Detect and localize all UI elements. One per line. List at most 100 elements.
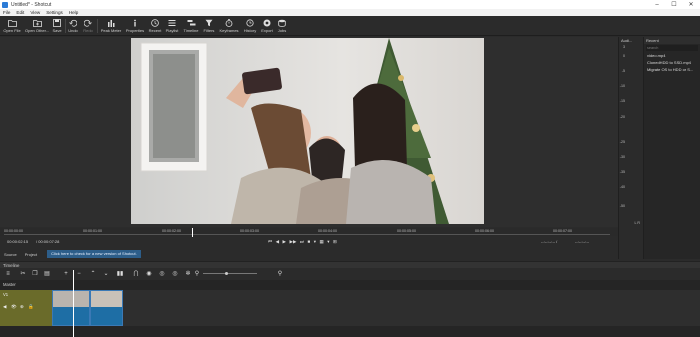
skip-to-start-button[interactable]: ⏮ xyxy=(268,239,272,244)
zoom-in-icon[interactable]: ⚲ xyxy=(276,270,284,277)
stopwatch-icon xyxy=(225,17,233,28)
menu-view[interactable]: View xyxy=(30,10,40,15)
audio-panel-title: Audi... xyxy=(621,38,633,43)
lock-icon[interactable]: 🔒 xyxy=(28,304,34,310)
recent-item[interactable]: ClonedHDD to SSD.mp4 xyxy=(644,59,700,66)
track-lane-v1[interactable] xyxy=(52,290,700,326)
in-point-timecode[interactable]: --:--:--:-- / xyxy=(541,239,557,244)
clip-thumbnail xyxy=(91,291,122,307)
copy-icon[interactable]: ❐ xyxy=(31,270,39,277)
meter-tick: -10 xyxy=(619,84,625,88)
history-button[interactable]: History xyxy=(242,17,258,35)
folder-plus-icon xyxy=(32,17,42,28)
minimize-button[interactable]: – xyxy=(650,0,664,9)
timeline-clip[interactable] xyxy=(90,290,123,326)
meter-tick: -40 xyxy=(619,185,625,189)
ripple-icon[interactable]: ◎ xyxy=(158,270,166,277)
out-point-timecode[interactable]: --:--:--:-- xyxy=(575,239,589,244)
recent-item[interactable]: Migrate OS to HDD or S... xyxy=(644,66,700,73)
meter-channel-labels: L R xyxy=(634,221,640,225)
menu-bar: File Edit View Settings Help xyxy=(0,9,700,16)
lift-icon[interactable]: ⌃ xyxy=(89,270,97,277)
stop-button[interactable]: ■ xyxy=(307,239,310,244)
ruler-scale xyxy=(4,234,610,236)
add-icon[interactable]: + xyxy=(62,270,70,277)
zoom-button[interactable]: ⊞ xyxy=(333,239,337,244)
shotcut-logo-icon xyxy=(2,1,8,8)
snap-icon[interactable]: ⋂ xyxy=(132,270,140,277)
track-header-v1[interactable]: V1 ◀ 👁 ⊕ 🔒 xyxy=(0,290,52,326)
playlist-button[interactable]: Playlist xyxy=(164,17,180,35)
volume-dropdown[interactable]: ▾ xyxy=(314,239,316,244)
ripple-markers-icon[interactable]: ✲ xyxy=(184,270,192,277)
menu-help[interactable]: Help xyxy=(69,10,78,15)
timeline-zoom-slider[interactable] xyxy=(203,272,257,275)
menu-settings[interactable]: Settings xyxy=(46,10,63,15)
mute-icon[interactable]: ◀ xyxy=(3,304,6,310)
redo-button[interactable]: Redo xyxy=(82,17,94,35)
split-icon[interactable]: ▮▮ xyxy=(116,270,124,277)
video-preview[interactable] xyxy=(131,38,484,224)
recent-item[interactable]: video.mp4 xyxy=(644,52,700,59)
shotcut-window: Untitled* - Shotcut – ☐ ✕ File Edit View… xyxy=(0,0,700,337)
main-toolbar: Open File Open Other... Save Undo Redo P… xyxy=(0,16,700,36)
ruler-label: 00:00:00:00 xyxy=(4,229,23,233)
maximize-button[interactable]: ☐ xyxy=(667,0,681,9)
properties-button[interactable]: Properties xyxy=(125,17,145,35)
ripple-all-icon[interactable]: ◎ xyxy=(171,270,179,277)
filters-label: Filters xyxy=(203,28,215,33)
skip-to-end-button[interactable]: ⏭ xyxy=(300,239,304,244)
overwrite-icon[interactable]: ⌄ xyxy=(102,270,110,277)
tab-source[interactable]: Source xyxy=(0,252,21,257)
play-button[interactable]: ▶ xyxy=(283,239,286,244)
toolbar-separator xyxy=(97,19,98,33)
timeline-playhead[interactable] xyxy=(73,270,74,337)
open-file-button[interactable]: Open File xyxy=(3,17,21,35)
close-button[interactable]: ✕ xyxy=(684,0,698,9)
meter-tick: -50 xyxy=(619,204,625,208)
scrub-icon[interactable]: ◉ xyxy=(145,270,153,277)
keyframes-button[interactable]: Keyframes xyxy=(218,17,240,35)
remove-icon[interactable]: − xyxy=(75,270,83,277)
grid-dropdown[interactable]: ▾ xyxy=(327,239,329,244)
fast-forward-button[interactable]: ▶▶ xyxy=(290,239,297,244)
timeline-panel-title: Timeline xyxy=(0,261,700,268)
recent-search-input[interactable]: search xyxy=(646,45,698,51)
meter-tick: -20 xyxy=(619,115,625,119)
player-time-ruler[interactable]: 00:00:00:00 00:00:01:00 00:00:02:00 00:0… xyxy=(0,228,618,236)
recent-button[interactable]: Recent xyxy=(148,17,162,35)
clip-audio-waveform xyxy=(91,307,122,325)
undo-button[interactable]: Undo xyxy=(67,17,79,35)
timeline-clip[interactable] xyxy=(52,290,90,326)
jobs-button[interactable]: Jobs xyxy=(276,17,288,35)
zoom-slider-knob[interactable] xyxy=(225,272,228,275)
filters-button[interactable]: Filters xyxy=(202,17,216,35)
menu-edit[interactable]: Edit xyxy=(16,10,24,15)
info-icon xyxy=(131,17,139,28)
save-button[interactable]: Save xyxy=(51,17,63,35)
eye-icon[interactable]: 👁 xyxy=(11,304,17,310)
update-notice-button[interactable]: Click here to check for a new version of… xyxy=(47,250,141,258)
toolbar-separator xyxy=(65,19,66,33)
meter-tick: -25 xyxy=(619,140,625,144)
export-label: Export xyxy=(261,28,273,33)
export-button[interactable]: Export xyxy=(260,17,274,35)
peak-meter-button[interactable]: Peak Meter xyxy=(100,17,122,35)
rewind-button[interactable]: ◀ xyxy=(276,239,279,244)
history-label: History xyxy=(243,28,257,33)
paste-icon[interactable]: ▤ xyxy=(43,270,51,277)
open-other-button[interactable]: Open Other... xyxy=(25,17,49,35)
timeline-button[interactable]: Timeline xyxy=(182,17,200,35)
undo-icon xyxy=(69,17,77,28)
window-title: Untitled* - Shotcut xyxy=(11,1,52,8)
menu-icon[interactable]: ≡ xyxy=(4,270,12,277)
zoom-out-icon[interactable]: ⚲ xyxy=(193,270,201,277)
composite-icon[interactable]: ⊕ xyxy=(20,304,24,310)
grid-button[interactable]: ▦ xyxy=(319,239,323,244)
cut-icon[interactable]: ✂ xyxy=(19,270,27,277)
menu-file[interactable]: File xyxy=(3,10,10,15)
playlist-label: Playlist xyxy=(165,28,179,33)
tab-project[interactable]: Project xyxy=(21,252,41,257)
player-playhead[interactable] xyxy=(192,228,193,237)
position-timecode[interactable]: 00:00:02:15 xyxy=(7,239,28,244)
